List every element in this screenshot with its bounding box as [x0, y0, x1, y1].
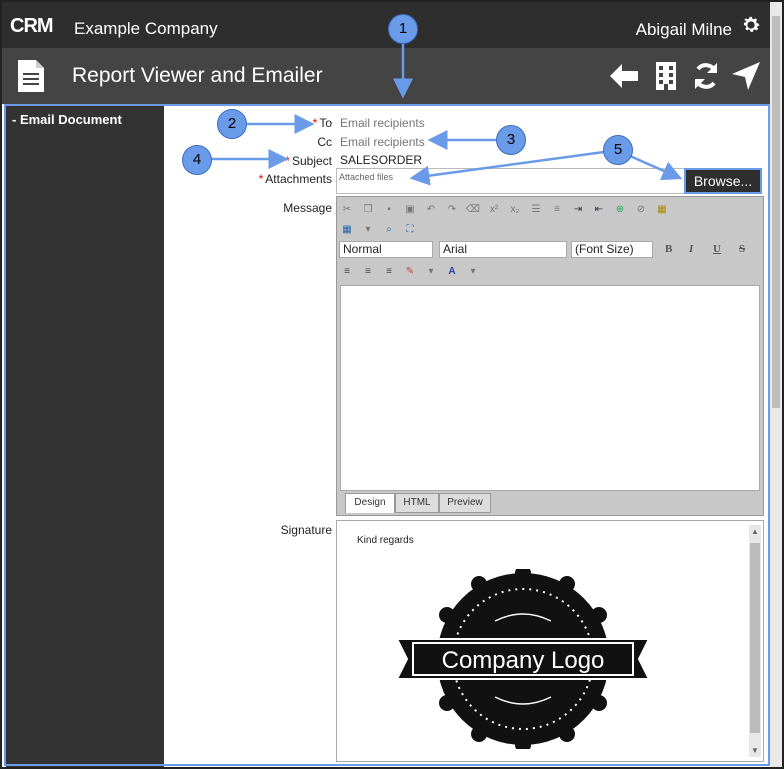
- tab-design[interactable]: Design: [345, 493, 395, 513]
- callout-5: 5: [603, 135, 633, 165]
- to-label: * To: [312, 116, 332, 130]
- signature-scroll-thumb[interactable]: [750, 543, 760, 733]
- svg-text:CRM: CRM: [10, 15, 53, 36]
- sidebar: - Email Document: [6, 104, 164, 767]
- editor-toolbar-row-1: ✂ ❐ ▪ ▣ ↶ ↷ ⌫ x² x₂ ☰ ≡ ⇥ ⇤ ⊕ ⊘ ▦: [339, 201, 670, 219]
- table-icon[interactable]: ▦: [339, 222, 355, 238]
- signature-editor[interactable]: Kind regards Company Logo ▲ ▼: [336, 520, 764, 762]
- bold-button[interactable]: B: [665, 243, 672, 255]
- to-field[interactable]: [338, 114, 762, 131]
- paste-icon[interactable]: ▪: [381, 202, 397, 218]
- tab-html[interactable]: HTML: [395, 493, 439, 513]
- callout-3: 3: [496, 125, 526, 155]
- callout-2: 2: [217, 109, 247, 139]
- superscript-icon[interactable]: x²: [486, 202, 502, 218]
- fullscreen-icon[interactable]: ⛶: [402, 222, 418, 238]
- subscript-icon[interactable]: x₂: [507, 202, 523, 218]
- sidebar-item-label: Email Document: [19, 112, 122, 127]
- company-name: Example Company: [74, 19, 218, 38]
- email-form: *To Cc *Subject *Attachments Attached fi…: [164, 104, 768, 767]
- copy-icon[interactable]: ❐: [360, 202, 376, 218]
- page-title: Report Viewer and Emailer: [72, 64, 323, 87]
- image-icon[interactable]: ▦: [654, 202, 670, 218]
- editor-toolbar-row-4: ≡ ≡ ≡ ✎ ▾ A ▾: [339, 263, 481, 281]
- link-icon[interactable]: ⊕: [612, 202, 628, 218]
- required-marker: *: [258, 172, 264, 186]
- font-size-select[interactable]: (Font Size): [571, 241, 653, 258]
- bullet-list-icon[interactable]: ☰: [528, 202, 544, 218]
- cut-icon[interactable]: ✂: [339, 202, 355, 218]
- paragraph-format-select[interactable]: Normal: [339, 241, 433, 258]
- crm-logo: CRM: [10, 15, 54, 36]
- dropdown-icon[interactable]: ▾: [465, 264, 481, 280]
- page-scrollbar[interactable]: [770, 2, 782, 767]
- numbered-list-icon[interactable]: ≡: [549, 202, 565, 218]
- redo-icon[interactable]: ↷: [444, 202, 460, 218]
- attachments-label: * Attachments: [258, 172, 332, 186]
- subject-label: * Subject: [285, 154, 332, 168]
- collapse-dash-icon: -: [12, 112, 20, 127]
- dropdown-icon[interactable]: ▾: [423, 264, 439, 280]
- cc-label: Cc: [317, 135, 332, 149]
- gear-icon[interactable]: [740, 14, 762, 36]
- align-right-icon[interactable]: ≡: [381, 264, 397, 280]
- navigate-icon[interactable]: [730, 60, 762, 92]
- top-bar: CRM Example Company Abigail Milne: [2, 2, 770, 48]
- font-color-icon[interactable]: A: [444, 264, 460, 280]
- outdent-icon[interactable]: ⇤: [591, 202, 607, 218]
- company-logo: Company Logo: [397, 569, 651, 749]
- signature-label: Signature: [280, 523, 332, 537]
- unlink-icon[interactable]: ⊘: [633, 202, 649, 218]
- title-bar: Report Viewer and Emailer: [2, 48, 770, 104]
- sidebar-item-email-document[interactable]: - Email Document: [12, 112, 122, 127]
- refresh-icon[interactable]: [690, 60, 722, 92]
- signature-scrollbar[interactable]: ▲ ▼: [749, 525, 761, 757]
- subject-field[interactable]: [338, 151, 762, 168]
- browse-button[interactable]: Browse...: [684, 168, 762, 194]
- strikethrough-button[interactable]: S: [739, 243, 745, 255]
- cc-field[interactable]: [338, 133, 762, 150]
- user-name[interactable]: Abigail Milne: [636, 20, 732, 40]
- scroll-up-icon[interactable]: ▲: [751, 527, 759, 536]
- building-icon[interactable]: [650, 60, 682, 92]
- indent-icon[interactable]: ⇥: [570, 202, 586, 218]
- back-arrow-icon[interactable]: [608, 60, 640, 92]
- callout-4: 4: [182, 145, 212, 175]
- italic-button[interactable]: I: [689, 243, 693, 255]
- align-left-icon[interactable]: ≡: [339, 264, 355, 280]
- company-logo-text: Company Logo: [442, 647, 605, 674]
- clean-icon[interactable]: ⌫: [465, 202, 481, 218]
- align-center-icon[interactable]: ≡: [360, 264, 376, 280]
- app-window: CRM Example Company Abigail Milne Report…: [0, 0, 784, 769]
- font-name-select[interactable]: Arial: [439, 241, 567, 258]
- underline-button[interactable]: U: [713, 243, 721, 255]
- highlight-color-icon[interactable]: ✎: [402, 264, 418, 280]
- message-editor: ✂ ❐ ▪ ▣ ↶ ↷ ⌫ x² x₂ ☰ ≡ ⇥ ⇤ ⊕ ⊘ ▦ ▦ ▾ ⌕: [336, 196, 764, 516]
- undo-icon[interactable]: ↶: [423, 202, 439, 218]
- find-icon[interactable]: ⌕: [381, 222, 397, 238]
- message-body[interactable]: [340, 285, 760, 491]
- signature-text: Kind regards: [357, 535, 414, 546]
- required-marker: *: [285, 154, 290, 168]
- required-marker: *: [312, 116, 318, 130]
- document-icon: [18, 60, 44, 92]
- dropdown-icon[interactable]: ▾: [360, 222, 376, 238]
- editor-toolbar-row-2: ▦ ▾ ⌕ ⛶: [339, 221, 418, 239]
- tab-preview[interactable]: Preview: [439, 493, 491, 513]
- scroll-down-icon[interactable]: ▼: [751, 746, 759, 755]
- page-scroll-thumb[interactable]: [772, 16, 780, 408]
- message-label: Message: [283, 201, 332, 215]
- callout-1: 1: [388, 14, 418, 44]
- paste-special-icon[interactable]: ▣: [402, 202, 418, 218]
